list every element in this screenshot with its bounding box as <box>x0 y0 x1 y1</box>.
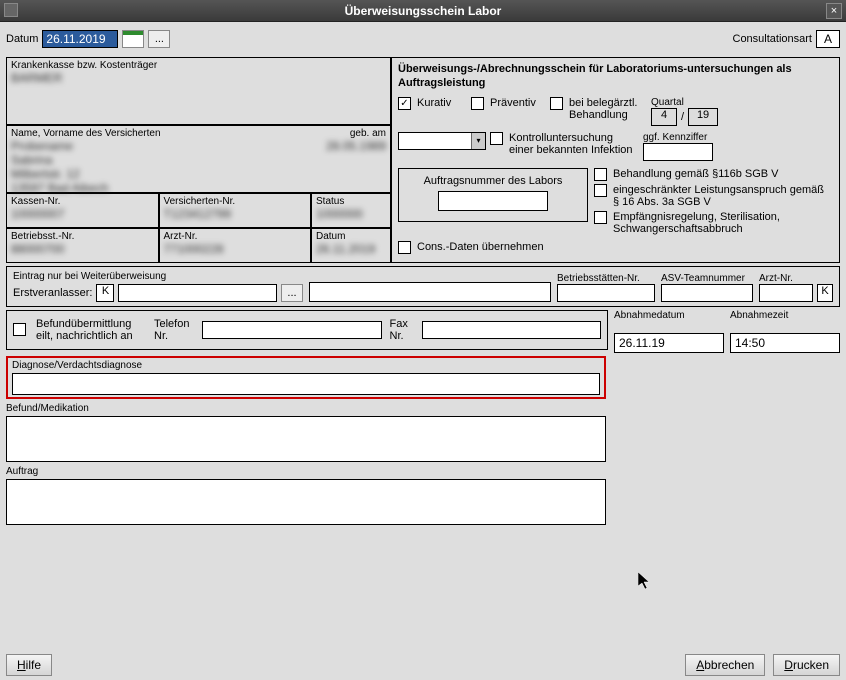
datum-label: Datum <box>6 33 38 45</box>
kassennr-value: 10000007 <box>11 207 154 221</box>
bstn-label: Betriebsstätten-Nr. <box>557 273 655 284</box>
kennziffer-label: ggf. Kennziffer <box>643 132 713 143</box>
erstveranlasser-lookup-button[interactable]: ... <box>281 284 303 302</box>
befundmed-label: Befund/Medikation <box>6 403 606 414</box>
kurativ-checkbox[interactable]: ✓ <box>398 97 411 110</box>
belegarzt-checkbox[interactable] <box>550 97 563 110</box>
bstn-input[interactable] <box>557 284 655 302</box>
beh116-checkbox[interactable] <box>594 168 607 181</box>
praventiv-checkbox[interactable] <box>471 97 484 110</box>
abbrechen-button[interactable]: Abbrechen <box>685 654 765 676</box>
weiter-arztnr-label: Arzt-Nr. <box>759 273 833 284</box>
datum-input[interactable]: 26.11.2019 <box>42 30 118 48</box>
patient-datum-label: Datum <box>316 231 386 242</box>
praventiv-label: Präventiv <box>490 97 546 109</box>
weiter-text-input[interactable] <box>309 282 551 302</box>
name-label: Name, Vorname des Versicherten <box>11 128 306 139</box>
diagnose-input[interactable] <box>12 373 600 395</box>
consultationsart-input[interactable]: A <box>816 30 840 48</box>
abdat-input[interactable]: 26.11.19 <box>614 333 724 353</box>
kassennr-label: Kassen-Nr. <box>11 196 154 207</box>
kontroll-label: Kontrolluntersuchung einer bekannten Inf… <box>509 132 639 156</box>
window-menu-icon[interactable] <box>4 3 18 17</box>
quartal-label: Quartal <box>651 97 718 108</box>
hilfe-button[interactable]: Hilfe <box>6 654 52 676</box>
einschr-label: eingeschränkter Leistungsanspruch gemäß … <box>613 184 833 208</box>
abzt-label: Abnahmezeit <box>730 310 840 321</box>
betriebs-label: Betriebsst.-Nr. <box>11 231 154 242</box>
weiter-arztnr-k[interactable]: K <box>817 284 833 302</box>
consdaten-label: Cons.-Daten übernehmen <box>417 241 544 253</box>
chevron-down-icon[interactable]: ▾ <box>471 133 485 149</box>
erstveranlasser-k-input[interactable]: K <box>96 284 114 302</box>
tel-input[interactable] <box>202 321 382 339</box>
kennziffer-input[interactable] <box>643 143 713 161</box>
weiter-arztnr-input[interactable] <box>759 284 813 302</box>
kontroll-select[interactable]: ▾ <box>398 132 486 150</box>
eilt-label: Befundübermittlung eilt, nachrichtlich a… <box>36 318 146 342</box>
fax-label: Fax Nr. <box>390 318 414 342</box>
empf-label: Empfängnisregelung, Sterilisation, Schwa… <box>613 211 833 235</box>
patient-datum-value: 26.11.2019 <box>316 242 386 256</box>
titlebar: Überweisungsschein Labor × <box>0 0 846 22</box>
auftragsnr-label: Auftragsnummer des Labors <box>407 175 579 187</box>
asv-label: ASV-Teamnummer <box>661 273 753 284</box>
calendar-icon[interactable] <box>122 30 144 48</box>
kasse-label: Krankenkasse bzw. Kostenträger <box>11 60 386 71</box>
datum-lookup-button[interactable]: ... <box>148 30 170 48</box>
consultationsart-label: Consultationsart <box>733 33 813 45</box>
asv-input[interactable] <box>661 284 753 302</box>
fax-input[interactable] <box>422 321 602 339</box>
arztnr-value: 771000228 <box>164 242 307 256</box>
erstveranlasser-input[interactable] <box>118 284 277 302</box>
abdat-label: Abnahmedatum <box>614 310 724 321</box>
abzt-input[interactable]: 14:50 <box>730 333 840 353</box>
kurativ-label: Kurativ <box>417 97 467 109</box>
weiter-title: Eintrag nur bei Weiterüberweisung <box>13 271 303 282</box>
auftrag-input[interactable] <box>6 479 606 525</box>
consdaten-checkbox[interactable] <box>398 241 411 254</box>
auftrag-label: Auftrag <box>6 466 606 477</box>
kasse-value: BARMER <box>11 71 386 85</box>
auftragsnr-input[interactable] <box>438 191 548 211</box>
belegarzt-label: bei belegärztl. Behandlung <box>569 97 647 121</box>
einschr-checkbox[interactable] <box>594 184 607 197</box>
diagnose-label: Diagnose/Verdachtsdiagnose <box>12 360 600 371</box>
status-label: Status <box>316 196 386 207</box>
betriebs-value: 88000700 <box>11 242 154 256</box>
versnr-label: Versicherten-Nr. <box>164 196 307 207</box>
arztnr-label: Arzt-Nr. <box>164 231 307 242</box>
name-value: ProbenameSabrinaMilbertstr. 1213597 Bad … <box>11 139 306 195</box>
close-icon[interactable]: × <box>826 3 842 19</box>
cursor-icon <box>638 572 654 592</box>
quartal-y-input[interactable]: 19 <box>688 108 718 126</box>
form-heading: Überweisungs-/Abrechnungsschein für Labo… <box>398 62 833 91</box>
versnr-value: T123412799 <box>164 207 307 221</box>
quartal-q-input[interactable]: 4 <box>651 108 677 126</box>
tel-label: Telefon Nr. <box>154 318 194 342</box>
geb-value: 28.05.1989 <box>306 139 386 153</box>
drucken-button[interactable]: Drucken <box>773 654 840 676</box>
window-title: Überweisungsschein Labor <box>345 4 502 18</box>
quartal-sep: / <box>681 111 684 123</box>
erstveranlasser-label: Erstveranlasser: <box>13 287 92 299</box>
befundmed-input[interactable] <box>6 416 606 462</box>
status-value: 1000000 <box>316 207 386 221</box>
eilt-checkbox[interactable] <box>13 323 26 336</box>
empf-checkbox[interactable] <box>594 211 607 224</box>
kontroll-checkbox[interactable] <box>490 132 503 145</box>
geb-label: geb. am <box>306 128 386 139</box>
beh116-label: Behandlung gemäß §116b SGB V <box>613 168 779 180</box>
